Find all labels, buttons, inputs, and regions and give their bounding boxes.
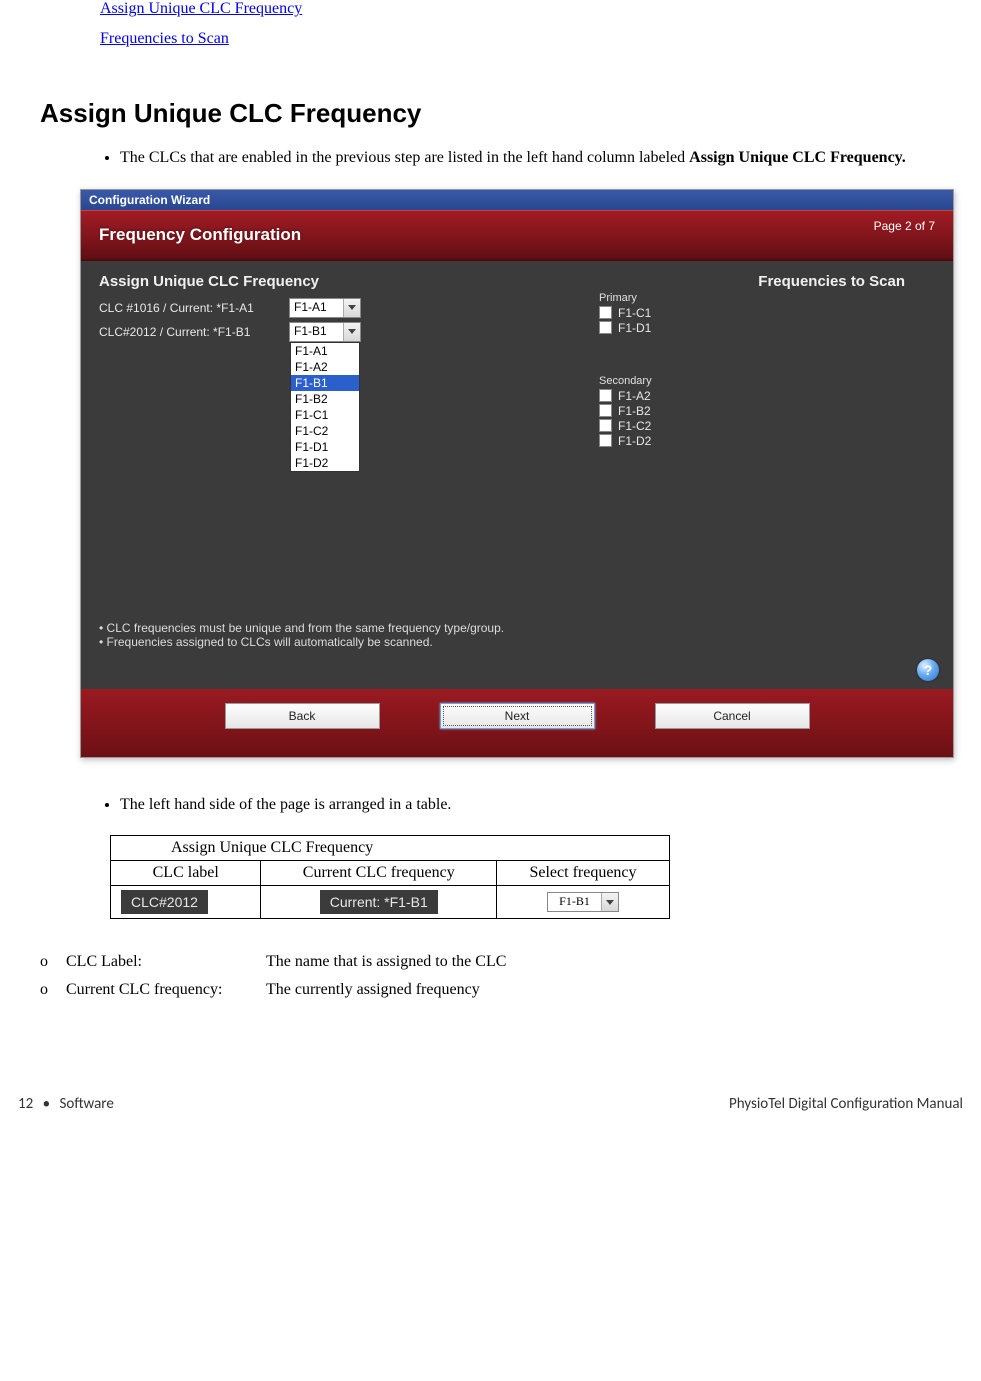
intro-bullet-1-text: The CLCs that are enabled in the previou… xyxy=(120,149,689,166)
list-marker: o xyxy=(40,953,66,971)
example-clc-label: CLC#2012 xyxy=(121,890,208,914)
dropdown-option[interactable]: F1-A2 xyxy=(291,359,359,375)
wizard-note-2: Frequencies assigned to CLCs will automa… xyxy=(99,635,935,649)
bullet-icon: • xyxy=(43,1095,50,1113)
footer-manual-title: PhysioTel Digital Configuration Manual xyxy=(729,1095,963,1113)
chevron-down-icon[interactable] xyxy=(601,893,618,911)
clc-row-1: CLC #1016 / Current: *F1-A1 F1-A1 xyxy=(99,298,439,318)
wizard-page-indicator: Page 2 of 7 xyxy=(874,219,935,233)
back-button[interactable]: Back xyxy=(225,703,380,729)
def-1-label: CLC Label: xyxy=(66,953,266,971)
cancel-button[interactable]: Cancel xyxy=(655,703,810,729)
secondary-check-2[interactable]: F1-B2 xyxy=(599,404,935,418)
wizard-left-column: Assign Unique CLC Frequency CLC #1016 / … xyxy=(99,273,439,599)
table-merged-header: Assign Unique CLC Frequency xyxy=(111,836,670,861)
section-heading: Assign Unique CLC Frequency xyxy=(40,98,971,129)
table-col2-header: Current CLC frequency xyxy=(261,861,497,886)
config-wizard-window: Configuration Wizard Frequency Configura… xyxy=(80,189,954,758)
intro-bullet-2: The left hand side of the page is arrang… xyxy=(120,794,971,816)
definitions-list: o CLC Label: The name that is assigned t… xyxy=(40,953,971,999)
clc-row-2-combo[interactable]: F1-B1 F1-A1 F1-A2 F1-B1 F1-B2 F1-C1 F1-C… xyxy=(289,322,361,342)
example-select-value: F1-B1 xyxy=(548,893,601,911)
dropdown-option[interactable]: F1-A1 xyxy=(291,343,359,359)
wizard-right-column: Frequencies to Scan Primary F1-C1 F1-D1 … xyxy=(439,273,935,599)
footer-section: Software xyxy=(60,1095,114,1113)
dropdown-option[interactable]: F1-C1 xyxy=(291,407,359,423)
intro-bullet-1: The CLCs that are enabled in the previou… xyxy=(120,147,971,169)
footer-left: 12 • Software xyxy=(18,1095,114,1113)
list-marker: o xyxy=(40,981,66,999)
example-current: Current: *F1-B1 xyxy=(320,890,438,914)
check-label: F1-D2 xyxy=(618,434,651,448)
def-2-desc: The currently assigned frequency xyxy=(266,981,971,999)
primary-check-2[interactable]: F1-D1 xyxy=(599,321,935,335)
clc-row-2-label: CLC#2012 / Current: *F1-B1 xyxy=(99,325,289,339)
frequency-dropdown-list: F1-A1 F1-A2 F1-B1 F1-B2 F1-C1 F1-C2 F1-D… xyxy=(290,342,360,472)
checkbox-icon[interactable] xyxy=(599,404,612,417)
clc-row-1-combo[interactable]: F1-A1 xyxy=(289,298,361,318)
wizard-footer: Back Next Cancel xyxy=(81,689,953,757)
chevron-down-icon[interactable] xyxy=(343,323,360,341)
def-row-1: o CLC Label: The name that is assigned t… xyxy=(40,953,971,971)
check-label: F1-A2 xyxy=(618,389,651,403)
intro-bullet-1-strong: Assign Unique CLC Frequency. xyxy=(689,149,906,166)
table-col1-header: CLC label xyxy=(111,861,261,886)
dropdown-option[interactable]: F1-C2 xyxy=(291,423,359,439)
checkbox-icon[interactable] xyxy=(599,434,612,447)
checkbox-icon[interactable] xyxy=(599,389,612,402)
primary-label: Primary xyxy=(599,292,935,304)
wizard-header-title: Frequency Configuration xyxy=(99,225,874,245)
wizard-notes: CLC frequencies must be unique and from … xyxy=(81,621,953,659)
dropdown-option-selected[interactable]: F1-B1 xyxy=(291,375,359,391)
table-col3-header: Select frequency xyxy=(497,861,670,886)
check-label: F1-D1 xyxy=(618,321,651,335)
check-label: F1-B2 xyxy=(618,404,651,418)
def-row-2: o Current CLC frequency: The currently a… xyxy=(40,981,971,999)
wizard-header: Frequency Configuration Page 2 of 7 xyxy=(81,210,953,261)
check-label: F1-C1 xyxy=(618,306,651,320)
dropdown-option[interactable]: F1-B2 xyxy=(291,391,359,407)
clc-row-1-value: F1-A1 xyxy=(290,299,343,317)
secondary-label: Secondary xyxy=(599,375,935,387)
def-2-label: Current CLC frequency: xyxy=(66,981,266,999)
primary-check-1[interactable]: F1-C1 xyxy=(599,306,935,320)
footer-page-num: 12 xyxy=(18,1095,33,1113)
clc-row-2-value: F1-B1 xyxy=(290,323,343,341)
dropdown-option[interactable]: F1-D2 xyxy=(291,455,359,471)
checkbox-icon[interactable] xyxy=(599,321,612,334)
help-icon[interactable]: ? xyxy=(917,659,939,681)
clc-row-1-label: CLC #1016 / Current: *F1-A1 xyxy=(99,301,289,315)
explain-table: Assign Unique CLC Frequency CLC label Cu… xyxy=(110,835,670,919)
secondary-check-1[interactable]: F1-A2 xyxy=(599,389,935,403)
scan-heading: Frequencies to Scan xyxy=(599,273,905,290)
toc-link-scan[interactable]: Frequencies to Scan xyxy=(100,30,971,48)
toc-links: Assign Unique CLC Frequency Frequencies … xyxy=(100,0,971,48)
checkbox-icon[interactable] xyxy=(599,419,612,432)
check-label: F1-C2 xyxy=(618,419,651,433)
secondary-check-3[interactable]: F1-C2 xyxy=(599,419,935,433)
dropdown-option[interactable]: F1-D1 xyxy=(291,439,359,455)
assign-heading: Assign Unique CLC Frequency xyxy=(99,273,439,290)
secondary-check-4[interactable]: F1-D2 xyxy=(599,434,935,448)
wizard-titlebar: Configuration Wizard xyxy=(81,190,953,210)
page-footer: 12 • Software PhysioTel Digital Configur… xyxy=(0,1095,981,1125)
wizard-note-1: CLC frequencies must be unique and from … xyxy=(99,621,935,635)
next-button[interactable]: Next xyxy=(440,703,595,729)
toc-link-assign[interactable]: Assign Unique CLC Frequency xyxy=(100,0,971,18)
chevron-down-icon[interactable] xyxy=(343,299,360,317)
clc-row-2: CLC#2012 / Current: *F1-B1 F1-B1 F1-A1 F… xyxy=(99,322,439,342)
wizard-body: Assign Unique CLC Frequency CLC #1016 / … xyxy=(81,261,953,689)
example-select-combo[interactable]: F1-B1 xyxy=(547,892,619,912)
checkbox-icon[interactable] xyxy=(599,306,612,319)
def-1-desc: The name that is assigned to the CLC xyxy=(266,953,971,971)
